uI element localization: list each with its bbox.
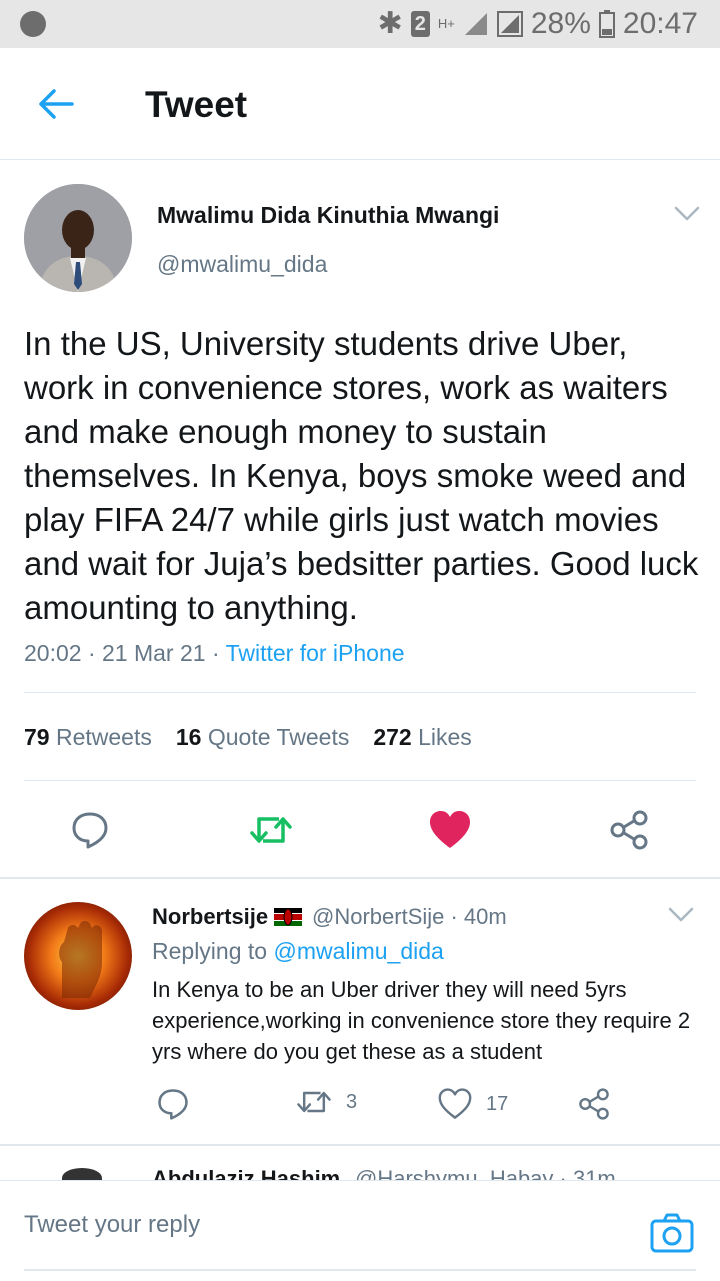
likes-label: Likes — [418, 724, 472, 750]
reply-input-underline — [24, 1269, 696, 1271]
reply-author-name: Norbertsije — [152, 904, 269, 929]
signal-icon — [464, 12, 487, 35]
signal-icon-2 — [496, 10, 523, 37]
quotes-count: 16 — [175, 724, 202, 750]
retweet-icon[interactable] — [249, 813, 293, 847]
tweet-metadata: 20:02 · 21 Mar 21 · Twitter for iPhone — [24, 640, 405, 667]
music-notification-icon — [20, 11, 46, 37]
reply-icon — [158, 1089, 188, 1120]
heart-outline-icon — [438, 1088, 472, 1119]
camera-icon[interactable] — [650, 1213, 694, 1253]
engagement-stats: 79 Retweets 16 Quote Tweets 272 Likes — [24, 724, 472, 751]
divider — [24, 780, 696, 781]
next-reply-author-name: Abdulaziz Hashim — [152, 1166, 341, 1180]
battery-icon — [598, 9, 615, 38]
share-icon[interactable] — [609, 810, 649, 850]
section-divider — [0, 877, 720, 879]
author-avatar[interactable] — [24, 184, 132, 292]
tweet-timestamp: 20:02 · 21 Mar 21 · — [24, 640, 226, 666]
share-icon — [579, 1088, 609, 1120]
tweet-source-link[interactable]: Twitter for iPhone — [226, 640, 405, 666]
reply-author-handle[interactable]: @NorbertSije · 40m — [312, 904, 507, 930]
reply-composer: Tweet your reply — [0, 1180, 720, 1281]
likes-stat[interactable]: 272 Likes — [373, 724, 471, 751]
retweets-count: 79 — [24, 724, 50, 750]
kenya-flag-icon — [274, 908, 303, 926]
quotes-stat[interactable]: 16 Quote Tweets — [176, 724, 349, 751]
back-arrow-icon[interactable] — [36, 84, 76, 124]
reply-input[interactable]: Tweet your reply — [24, 1211, 200, 1239]
reply-reply-button[interactable] — [157, 1088, 189, 1120]
status-bar: ✱ 2 H+ 28% 20:47 — [0, 0, 720, 48]
reply-like-count: 17 — [486, 1092, 509, 1115]
divider — [24, 692, 696, 693]
reply-author-avatar[interactable] — [24, 902, 132, 1010]
replying-to-link[interactable]: @mwalimu_dida — [273, 938, 443, 964]
quotes-label: Quote Tweets — [207, 724, 350, 750]
battery-percent: 28% — [530, 6, 591, 40]
tweet-menu-chevron-icon[interactable] — [674, 206, 700, 222]
top-app-bar: Tweet — [0, 48, 720, 160]
fist-flame-image — [59, 921, 102, 998]
next-reply-author-handle: @Harshymu_Habay · 31m — [355, 1166, 616, 1180]
reply-icon[interactable] — [71, 811, 109, 849]
reply-text: In Kenya to be an Uber driver they will … — [152, 977, 691, 1064]
reply-menu-chevron-icon[interactable] — [668, 907, 694, 923]
sim-indicator: 2 — [410, 10, 430, 37]
status-icons: ✱ 2 H+ 28% 20:47 — [378, 6, 698, 41]
next-reply-preview[interactable]: Abdulaziz Hashim @Harshymu_Habay · 31m — [0, 1146, 720, 1180]
likes-count: 272 — [373, 724, 412, 750]
reply-retweet-button[interactable]: 3 — [296, 1088, 357, 1116]
reply-author-name-block[interactable]: Norbertsije — [152, 904, 303, 930]
retweets-label: Retweets — [55, 724, 152, 750]
bluetooth-icon: ✱ — [377, 7, 403, 40]
like-heart-icon[interactable] — [429, 810, 471, 850]
replying-to-prefix: Replying to — [152, 938, 274, 964]
replying-to: Replying to @mwalimu_dida — [152, 938, 444, 965]
author-handle[interactable]: @mwalimu_dida — [157, 251, 327, 278]
tweet-text: In the US, University students drive Ube… — [24, 325, 699, 626]
clock: 20:47 — [622, 6, 698, 40]
reply-share-button[interactable] — [578, 1088, 610, 1120]
author-avatar-image — [24, 184, 132, 292]
reply-retweet-count: 3 — [346, 1090, 358, 1113]
next-reply-avatar — [62, 1168, 102, 1180]
author-name[interactable]: Mwalimu Dida Kinuthia Mwangi — [157, 202, 499, 229]
network-type: H+ — [437, 16, 455, 31]
retweets-stat[interactable]: 79 Retweets — [24, 724, 152, 751]
page-title: Tweet — [145, 84, 248, 125]
retweet-icon — [297, 1091, 331, 1113]
reply-like-button[interactable]: 17 — [438, 1088, 508, 1120]
